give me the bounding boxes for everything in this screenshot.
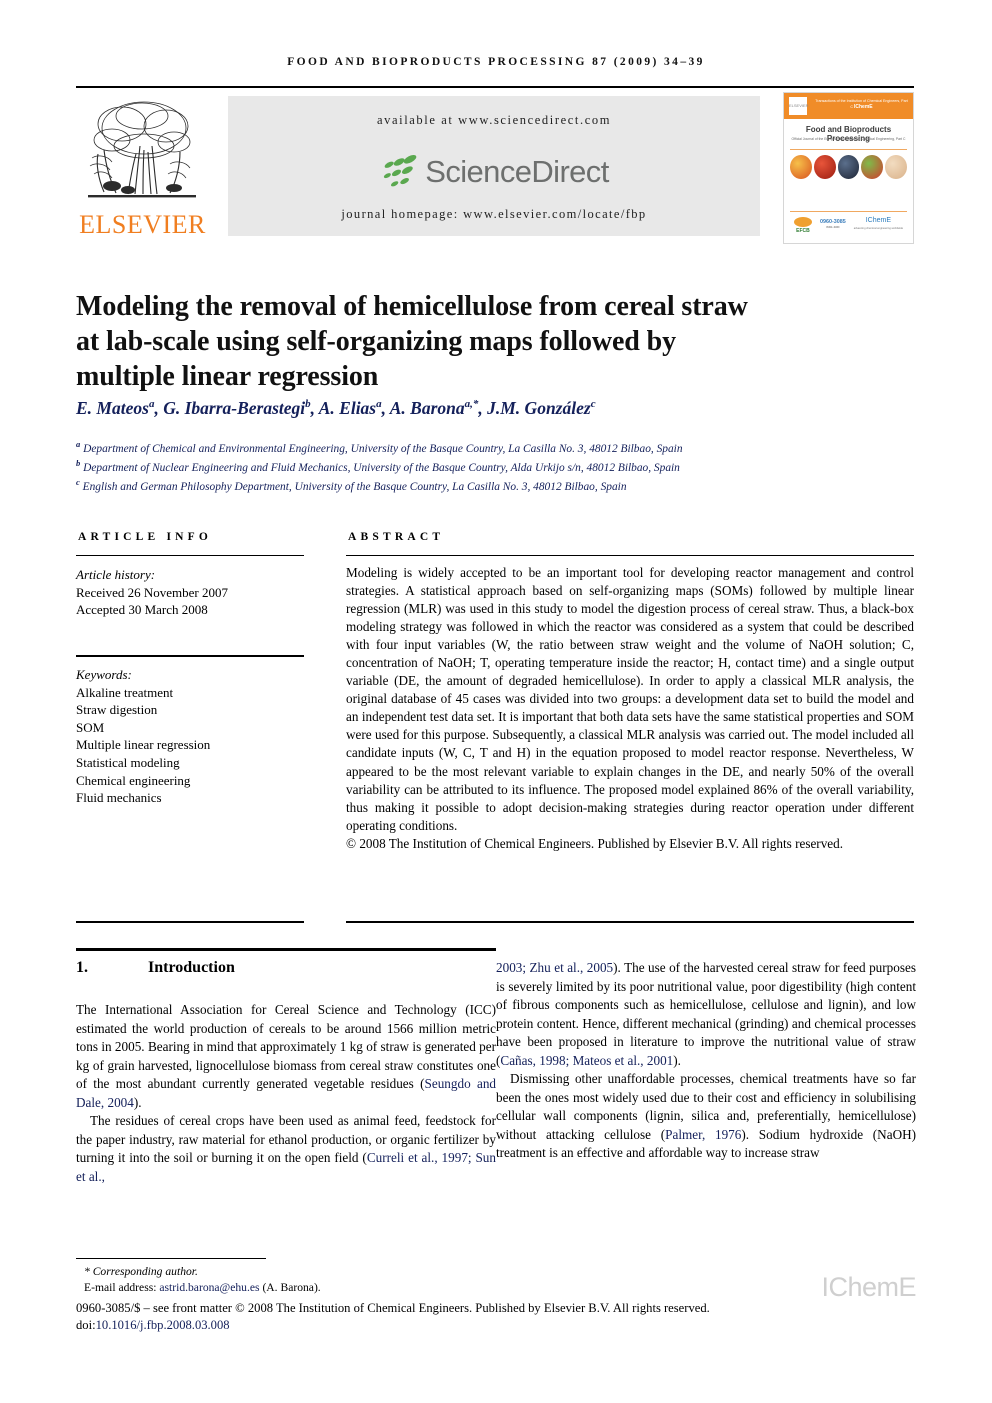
page-title: Modeling the removal of hemicellulose fr… — [76, 290, 748, 392]
author-list: E. Mateosa, G. Ibarra-Berastegib, A. Eli… — [76, 398, 596, 418]
corresponding-author-note: * Corresponding author. — [84, 1265, 198, 1278]
icheme-caption: advancing chemical engineering worldwide — [853, 227, 904, 230]
sciencedirect-wordmark: ScienceDirect — [425, 154, 609, 189]
icheme-watermark: IChemE — [821, 1272, 916, 1302]
section-title: Introduction — [148, 959, 235, 976]
citation-link[interactable]: Seungdo and Dale, 2004 — [76, 1076, 496, 1110]
cover-logo-row: EFCB 0960-3085 ISSN–0960 IChemE advancin… — [790, 215, 907, 235]
paper-page: FOOD AND BIOPRODUCTS PROCESSING 87 (2009… — [0, 0, 992, 1403]
citation-link[interactable]: Curreli et al., 1997; Sun et al., — [76, 1150, 496, 1184]
abstract-text: Modeling is widely accepted to be an imp… — [346, 565, 914, 833]
article-history-label: Article history: — [76, 567, 156, 582]
body-column-right: 2003; Zhu et al., 2005). The use of the … — [496, 959, 916, 1163]
keyword-item: Straw digestion — [76, 702, 158, 718]
keyword-item: Multiple linear regression — [76, 737, 211, 753]
citation-link[interactable]: Palmer, 1976 — [665, 1127, 741, 1142]
running-head: FOOD AND BIOPRODUCTS PROCESSING 87 (2009… — [287, 56, 705, 68]
affiliation-c: c English and German Philosophy Departme… — [76, 477, 627, 493]
journal-homepage-text: journal homepage: www.elsevier.com/locat… — [341, 207, 647, 221]
body-paragraph: Dismissing other unaffordable processes,… — [496, 1071, 917, 1160]
body-paragraph: The International Association for Cereal… — [76, 1002, 497, 1110]
introduction-rule — [76, 948, 496, 951]
cover-photo — [813, 155, 836, 179]
info-rule — [76, 555, 304, 556]
icheme-label: IChemE — [865, 217, 891, 224]
keywords-label: Keywords: — [76, 667, 132, 682]
sciencedirect-box: available at www.sciencedirect.com Scien… — [228, 96, 760, 236]
abstract-heading: ABSTRACT — [348, 531, 445, 543]
keyword-item: Chemical engineering — [76, 772, 191, 788]
abstract-rule — [346, 555, 914, 556]
keyword-item: Statistical modeling — [76, 754, 180, 770]
doi-label: doi: — [76, 1318, 96, 1332]
abstract-copyright: © 2008 The Institution of Chemical Engin… — [346, 835, 844, 851]
journal-banner: ELSEVIER available at www.sciencedirect.… — [76, 92, 914, 244]
elsevier-logo: ELSEVIER — [76, 94, 209, 242]
keyword-item: SOM — [76, 719, 105, 735]
body-column-left: The International Association for Cereal… — [76, 1001, 496, 1186]
cover-divider-bottom — [790, 211, 907, 212]
footnote-rule — [76, 1258, 266, 1259]
cover-photo — [861, 155, 884, 179]
efcb-label: EFCB — [796, 227, 810, 234]
sciencedirect-leaves-icon — [384, 154, 417, 187]
top-rule — [76, 86, 914, 88]
email-label: E-mail address: — [84, 1281, 157, 1294]
cover-photo — [837, 155, 860, 179]
issn-logo: 0960-3085 ISSN–0960 — [820, 219, 846, 231]
info-rule-bottom — [76, 921, 304, 923]
issn-caption: ISSN–0960 — [826, 226, 840, 229]
cover-photo-strip — [790, 151, 907, 183]
affiliation-a: a Department of Chemical and Environment… — [76, 439, 683, 455]
elsevier-tree-icon — [88, 101, 196, 198]
body-paragraph: The residues of cereal crops have been u… — [76, 1113, 496, 1184]
front-matter-line: 0960-3085/$ – see front matter © 2008 Th… — [76, 1301, 710, 1315]
cover-header-text: Transactions of the Institution of Chemi… — [814, 98, 909, 110]
abstract-rule-bottom — [346, 921, 914, 923]
cover-journal-subtitle: Official Journal of the European Federat… — [791, 137, 906, 141]
section-number: 1. — [76, 959, 88, 976]
article-history-block: Article history: Received 26 November 20… — [76, 566, 306, 619]
body-paragraph: 2003; Zhu et al., 2005). The use of the … — [496, 960, 916, 1068]
elsevier-wordmark: ELSEVIER — [79, 210, 206, 239]
doi-link[interactable]: 10.1016/j.fbp.2008.03.008 — [96, 1318, 230, 1332]
email-suffix: (A. Barona). — [262, 1281, 321, 1294]
journal-cover-thumbnail: ELSEVIER Transactions of the Institution… — [783, 92, 914, 244]
keyword-item: Alkaline treatment — [76, 684, 174, 700]
available-at-text: available at www.sciencedirect.com — [376, 113, 612, 127]
accepted-date: Accepted 30 March 2008 — [76, 602, 208, 618]
article-info-heading: ARTICLE INFO — [78, 531, 213, 543]
cover-photo — [790, 155, 812, 179]
received-date: Received 26 November 2007 — [76, 584, 228, 600]
icheme-logo: IChemE advancing chemical engineering wo… — [854, 217, 903, 233]
abstract-body: Modeling is widely accepted to be an imp… — [346, 564, 914, 853]
doi-line: doi:10.1016/j.fbp.2008.03.008 — [76, 1318, 230, 1333]
info-rule-middle — [76, 655, 304, 657]
cover-divider-top — [790, 149, 907, 150]
keyword-item: Fluid mechanics — [76, 790, 162, 806]
affiliation-b: b Department of Nuclear Engineering and … — [76, 458, 680, 474]
cover-elsevier-mark: ELSEVIER — [789, 97, 809, 115]
citation-link[interactable]: 2003; Zhu et al., 2005 — [496, 960, 613, 975]
keywords-block: Keywords: Alkaline treatment Straw diges… — [76, 666, 306, 807]
cover-photo — [885, 155, 907, 179]
efcb-logo: EFCB — [793, 216, 812, 234]
efcb-mark — [793, 216, 812, 227]
email-note: E-mail address: astrid.barona@ehu.es (A.… — [84, 1280, 504, 1296]
email-link[interactable]: astrid.barona@ehu.es — [159, 1281, 259, 1294]
cover-header-brand: IChemE — [853, 104, 873, 110]
citation-link[interactable]: Cañas, 1998; Mateos et al., 2001 — [500, 1053, 673, 1068]
sciencedirect-logo: ScienceDirect — [228, 148, 760, 196]
